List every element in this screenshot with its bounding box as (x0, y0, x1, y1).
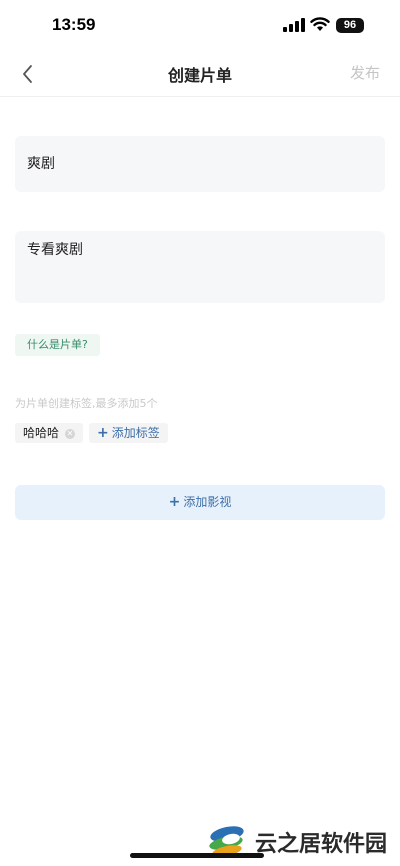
plus-icon: + (168, 494, 181, 510)
nav-bar: 创建片单 发布 (0, 52, 400, 97)
page-title: 创建片单 (167, 66, 232, 85)
plus-icon: + (97, 425, 109, 441)
publish-button[interactable]: 发布 (350, 62, 380, 83)
tag-remove-icon[interactable]: ✕ (65, 428, 76, 439)
add-tag-label: 添加标签 (111, 426, 160, 440)
watermark-text: 云之居软件园 (255, 832, 388, 857)
tag-label: 哈哈哈 (23, 426, 60, 440)
add-video-button[interactable]: + 添加影视 (15, 485, 385, 520)
tag-chip: 哈哈哈 ✕ (15, 423, 84, 443)
playlist-name-field[interactable]: 爽剧 (15, 136, 385, 192)
home-indicator (130, 853, 264, 858)
battery-indicator: 96 (336, 18, 364, 33)
status-bar: 13:59 96 (0, 0, 400, 52)
cellular-signal-icon (283, 18, 305, 32)
add-video-label: 添加影视 (183, 495, 232, 509)
tag-hint-text: 为片单创建标签,最多添加5个 (15, 397, 158, 410)
what-is-playlist-link[interactable]: 什么是片单? (15, 334, 100, 356)
status-time: 13:59 (52, 15, 96, 34)
add-tag-button[interactable]: + 添加标签 (89, 423, 168, 443)
playlist-description-field[interactable]: 专看爽剧 (15, 231, 385, 303)
wifi-icon (310, 17, 330, 31)
